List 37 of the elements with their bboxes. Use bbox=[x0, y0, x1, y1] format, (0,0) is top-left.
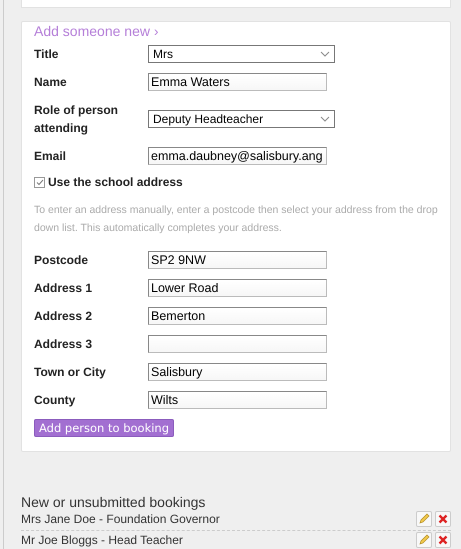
field-label: Role of person attending bbox=[34, 102, 120, 137]
field-label: County bbox=[34, 392, 76, 409]
pencil-icon bbox=[418, 513, 430, 525]
section-heading: New or unsubmitted bookings bbox=[21, 494, 206, 510]
chevron-icon bbox=[320, 51, 330, 57]
field-label: Address 1 bbox=[34, 280, 94, 297]
text-field[interactable] bbox=[148, 335, 327, 353]
text-field[interactable]: Emma Waters bbox=[148, 73, 327, 91]
text-field[interactable]: Wilts bbox=[148, 391, 327, 409]
text-field[interactable]: Lower Road bbox=[148, 279, 327, 297]
field-label: Address 3 bbox=[34, 336, 94, 353]
field-label: Postcode bbox=[34, 252, 90, 269]
edit-button[interactable] bbox=[416, 532, 432, 548]
field-label: Town or City bbox=[34, 364, 107, 381]
delete-button[interactable] bbox=[435, 532, 451, 548]
field-label: Email bbox=[34, 148, 68, 165]
text-field[interactable]: emma.daubney@salisbury.ang bbox=[148, 147, 327, 165]
chevron-icon bbox=[320, 116, 330, 122]
field-label: Title bbox=[34, 46, 60, 63]
close-icon bbox=[438, 514, 448, 524]
field-label: Address 2 bbox=[34, 308, 94, 325]
add-person-button[interactable]: Add person to booking bbox=[34, 419, 174, 437]
booking-text: Mrs Jane Doe - Foundation Governor bbox=[21, 512, 220, 526]
close-icon bbox=[438, 535, 448, 545]
field-label: Name bbox=[34, 74, 68, 91]
booking-text: Mr Joe Bloggs - Head Teacher bbox=[21, 533, 183, 547]
delete-button[interactable] bbox=[435, 511, 451, 527]
select-field[interactable]: Mrs bbox=[148, 45, 335, 63]
text-field[interactable]: SP2 9NW bbox=[148, 251, 327, 269]
checkbox-label: Use the school address bbox=[48, 175, 183, 189]
text-field[interactable]: Bemerton bbox=[148, 307, 327, 325]
pencil-icon bbox=[418, 534, 430, 546]
edit-button[interactable] bbox=[416, 511, 432, 527]
help-text: To enter an address manually, enter a postcode then select your address from the drop down list. This automatically completes your address. bbox=[34, 203, 438, 236]
select-field[interactable]: Deputy Headteacher bbox=[148, 110, 335, 128]
text-field[interactable]: Salisbury bbox=[148, 363, 327, 381]
checkbox[interactable] bbox=[34, 176, 45, 188]
